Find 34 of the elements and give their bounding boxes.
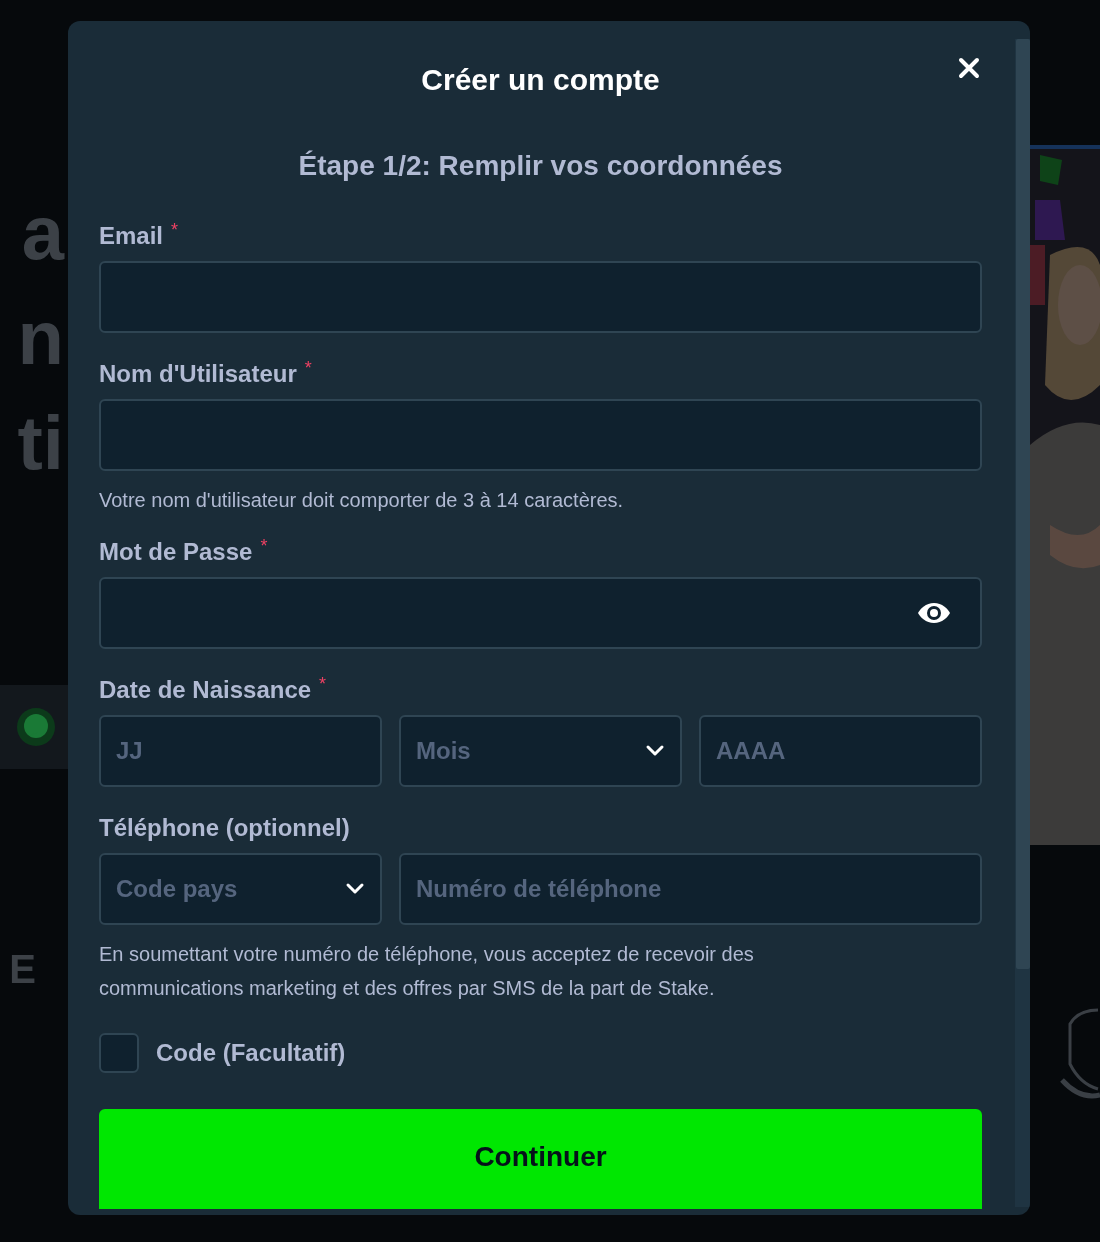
field-label: Date de Naissance [99,675,312,705]
checkbox[interactable] [99,1033,139,1073]
input-field[interactable] [99,399,982,471]
step-subtitle: Étape 1/2: Remplir vos coordonnées [298,149,783,183]
password-field[interactable] [99,577,982,649]
eye-icon[interactable] [916,601,952,625]
helper-text: En soumettant votre numéro de téléphone, vous acceptez de recevoir des communications marketing et des offres par SMS de la part de Stake. [99,942,755,1001]
field-label: Mot de Passe [99,537,253,567]
dropdown-placeholder: Mois [416,736,471,766]
close-icon[interactable] [958,57,980,79]
chevron-down-icon [345,882,365,896]
required-asterisk: * [319,675,327,693]
dropdown-select[interactable]: Mois [399,715,682,787]
footer-logo-text: E [9,946,37,993]
modal-title: Créer un compte [421,61,660,98]
dropdown-select[interactable]: Code pays [99,853,382,925]
required-asterisk: * [171,221,179,239]
dropdown-placeholder: Code pays [116,874,238,904]
required-asterisk: * [304,359,312,377]
input-field[interactable] [99,261,982,333]
field-label: Nom d'Utilisateur [99,359,297,389]
headline-text: ti [17,399,65,487]
checkbox-label: Code (Facultatif) [156,1038,346,1068]
continue-button[interactable]: Continuer [99,1109,982,1209]
chevron-down-icon [645,744,665,758]
field-label: Téléphone (optionnel) [99,813,350,843]
headline-text: n [17,294,65,382]
required-asterisk: * [260,537,268,555]
helper-text: Votre nom d'utilisateur doit comporter de 3 à 14 caractères. [99,488,625,513]
field-label: Email [99,221,164,251]
headline-text: a [21,189,66,277]
input-field[interactable]: AAAA [699,715,982,787]
input-field[interactable]: JJ [99,715,382,787]
input-field[interactable]: Numéro de téléphone [399,853,982,925]
